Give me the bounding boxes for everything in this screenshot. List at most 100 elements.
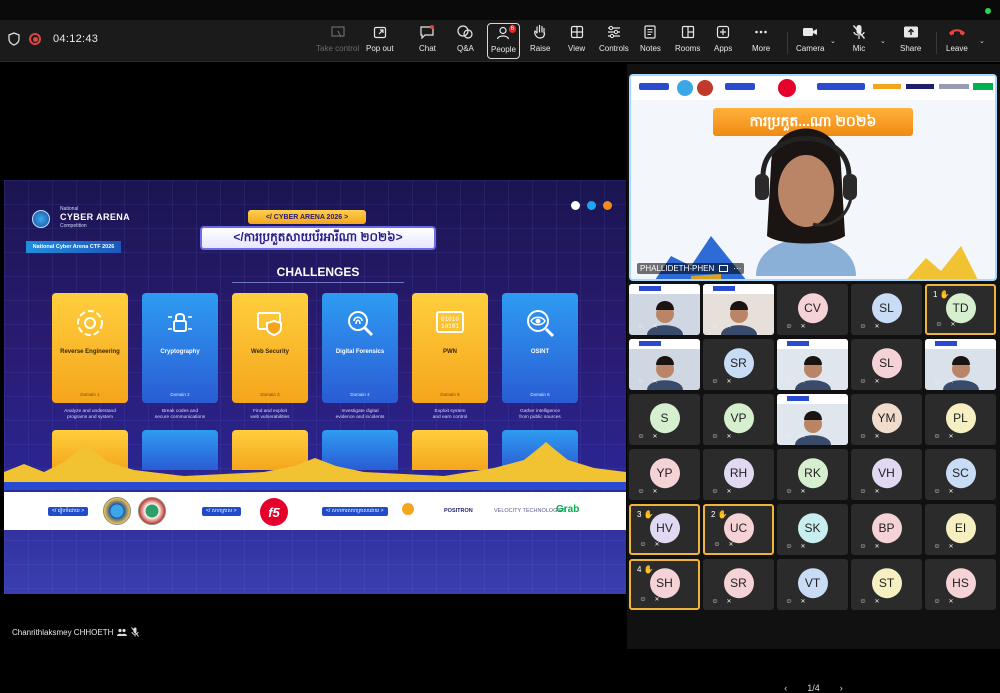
participant-tile[interactable]: VH ☺ ✕ [851, 449, 922, 500]
shared-screen-stage: National CYBER ARENA Competition Nationa… [4, 64, 626, 645]
participant-tile[interactable]: ☺ ✕ [703, 284, 774, 335]
participant-status-icons: ☺ ✕ [933, 598, 955, 606]
participant-status-icons: ☺ ✕ [933, 488, 955, 496]
participant-tile[interactable]: EI ☺ ✕ [925, 504, 996, 555]
leave-button[interactable]: Leave [946, 23, 968, 59]
share-button[interactable]: Share [900, 23, 921, 59]
participant-tile[interactable]: SC ☺ ✕ [925, 449, 996, 500]
mic-muted-icon: ✕ [654, 597, 660, 603]
participant-avatar: SK [797, 512, 828, 543]
chat-button[interactable]: Chat [419, 23, 436, 59]
camera-options-chevron-icon[interactable]: ⌄ [830, 37, 836, 45]
more-button[interactable]: More [752, 23, 770, 59]
people-icon: ☺ [859, 598, 867, 605]
participant-tile[interactable]: BP ☺ ✕ [851, 504, 922, 555]
participant-avatar: RK [797, 457, 828, 488]
people-icon: ☺ [711, 378, 719, 385]
pop-out-button[interactable]: Pop out [366, 23, 394, 59]
participant-tile[interactable]: SL ☺ ✕ [851, 284, 922, 335]
participant-status-icons: ☺ ✕ [639, 541, 661, 549]
challenge-card: OSINT Domain 6 Gather intelligence from p… [502, 293, 578, 421]
notes-button[interactable]: Notes [640, 23, 661, 59]
next-page-button[interactable]: › [840, 683, 843, 693]
participant-tile[interactable]: S ☺ ✕ [629, 394, 700, 445]
rooms-icon [681, 25, 694, 39]
people-icon: ☺ [785, 598, 793, 605]
take-control-button[interactable]: Take control [316, 23, 359, 59]
participant-status-icons: ☺ ✕ [713, 541, 735, 549]
participant-tile[interactable]: ☺ ✕ [925, 339, 996, 390]
mic-muted-icon: ✕ [948, 489, 954, 495]
participant-status-icons: ☺ ✕ [711, 488, 733, 496]
mic-muted-icon [852, 25, 866, 39]
raise-hand-button[interactable]: Raise [530, 23, 550, 59]
mic-muted-icon: ✕ [726, 599, 732, 605]
fingerprint-magnifier-icon [348, 311, 374, 337]
controls-button[interactable]: Controls [599, 23, 629, 59]
mic-muted-icon: ✕ [726, 324, 732, 330]
meeting-toolbar: 04:12:43 Take control Pop out Chat Q&A 6… [0, 20, 1000, 62]
people-icon: ☺ [785, 543, 793, 550]
participant-tile[interactable]: ☺ ✕ [777, 394, 848, 445]
participant-tile[interactable]: VT ☺ ✕ [777, 559, 848, 610]
leave-options-chevron-icon[interactable]: ⌄ [979, 37, 985, 45]
participant-tile[interactable]: YP ☺ ✕ [629, 449, 700, 500]
participant-tile[interactable]: CV ☺ ✕ [777, 284, 848, 335]
qa-button[interactable]: Q&A [457, 23, 474, 59]
participant-avatar: VH [871, 457, 902, 488]
mic-muted-icon: ✕ [874, 379, 880, 385]
participant-tile[interactable]: VP ☺ ✕ [703, 394, 774, 445]
people-icon: ☺ [933, 378, 941, 385]
people-button[interactable]: 6 People [487, 23, 520, 59]
challenge-card: Reverse Engineering Domain 1 Analyze and… [52, 293, 128, 421]
participant-tile[interactable]: SL ☺ ✕ [851, 339, 922, 390]
mic-muted-icon: ✕ [800, 379, 806, 385]
camera-button[interactable]: Camera [796, 23, 824, 59]
recording-icon[interactable] [29, 33, 41, 45]
participant-avatar: TD [945, 292, 976, 323]
participant-tile[interactable]: SR ☺ ✕ [703, 559, 774, 610]
apps-button[interactable]: Apps [714, 23, 732, 59]
rooms-button[interactable]: Rooms [675, 23, 700, 59]
participant-tile[interactable]: SK ☺ ✕ [777, 504, 848, 555]
participant-status-icons: ☺ ✕ [711, 433, 733, 441]
mic-button[interactable]: Mic [852, 23, 866, 59]
people-icon: ☺ [637, 378, 645, 385]
participant-tile[interactable]: YM ☺ ✕ [851, 394, 922, 445]
participant-tile[interactable]: HV 3 ✋ ☺ ✕ [629, 504, 700, 555]
f5-logo: f5 [260, 498, 288, 526]
participant-tile[interactable]: UC 2 ✋ ☺ ✕ [703, 504, 774, 555]
speaker-video-person [755, 128, 857, 276]
participant-tile[interactable]: RK ☺ ✕ [777, 449, 848, 500]
participant-status-icons: ☺ ✕ [859, 488, 881, 496]
gallery-pager: ‹ 1/4 › [627, 683, 1000, 693]
cyber-arena-pill: </ CYBER ARENA 2026 > [248, 210, 366, 224]
participant-tile[interactable]: RH ☺ ✕ [703, 449, 774, 500]
people-icon: ☺ [713, 541, 721, 548]
participant-status-icons: ☺ ✕ [639, 596, 661, 604]
mic-options-chevron-icon[interactable]: ⌄ [880, 37, 886, 45]
participant-tile[interactable]: ☺ ✕ [629, 339, 700, 390]
participant-grid: ☺ ✕ ☺ ✕ CV ☺ ✕ SL ☺ ✕ TD 1 ✋ ☺ ✕ ☺ ✕ SR ☺ ✕ ☺ ✕ SL ☺ ✕ ☺ ✕ S ☺ ✕ VP ☺ ✕… [629, 284, 999, 610]
previous-page-button[interactable]: ‹ [784, 683, 787, 693]
participant-tile[interactable]: ☺ ✕ [777, 339, 848, 390]
people-icon: ☺ [933, 488, 941, 495]
more-options-icon[interactable]: ⋯ [733, 264, 741, 273]
participant-tile[interactable]: ☺ ✕ [629, 284, 700, 335]
participant-tile[interactable]: SH 4 ✋ ☺ ✕ [629, 559, 700, 610]
participant-tile[interactable]: PL ☺ ✕ [925, 394, 996, 445]
participant-avatar: YM [871, 402, 902, 433]
mic-muted-icon: ✕ [652, 324, 658, 330]
participant-tile[interactable]: HS ☺ ✕ [925, 559, 996, 610]
participant-tile[interactable]: SR ☺ ✕ [703, 339, 774, 390]
participant-tile[interactable]: ST ☺ ✕ [851, 559, 922, 610]
challenges-heading: CHALLENGES [232, 261, 404, 283]
participant-tile[interactable]: TD 1 ✋ ☺ ✕ [925, 284, 996, 335]
enterprise-tag: </ សហគ្រាស > [202, 507, 241, 516]
view-button[interactable]: View [568, 23, 585, 59]
eye-magnifier-icon [527, 310, 555, 338]
active-speaker-tile[interactable]: ការប្រកួត...ណា ២០២៦ PHALLIDETH-PHEN ⋯ [629, 74, 997, 281]
participant-status-icons: ☺ ✕ [935, 321, 957, 329]
shield-icon[interactable] [8, 32, 20, 46]
challenge-cards: Reverse Engineering Domain 1 Analyze and… [52, 293, 582, 421]
